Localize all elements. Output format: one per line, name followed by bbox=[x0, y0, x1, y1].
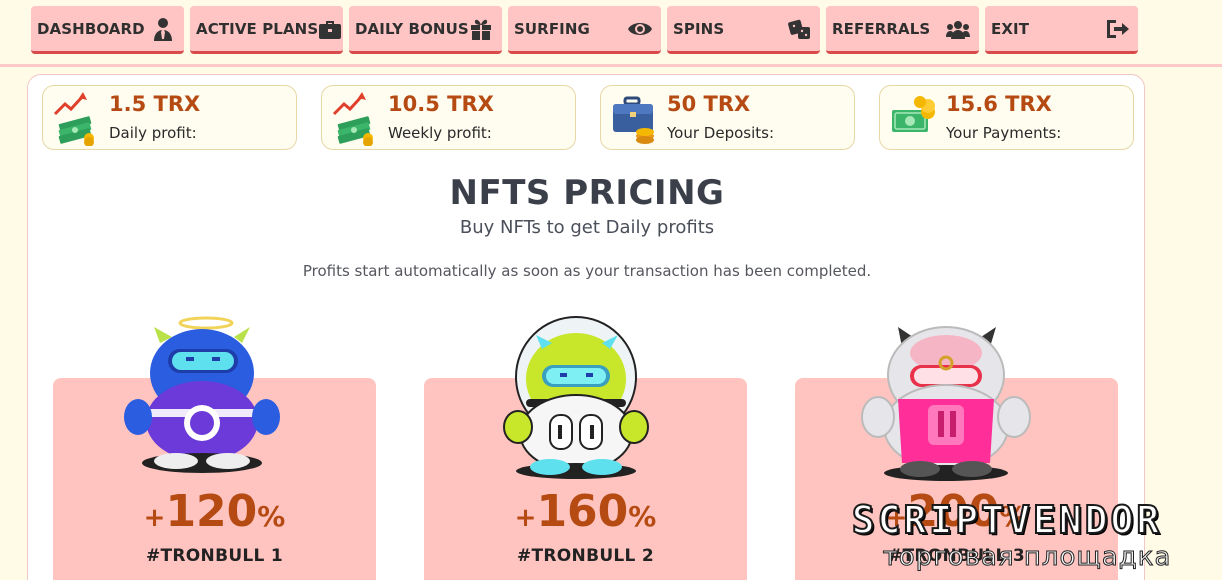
money-growth-icon bbox=[332, 92, 373, 146]
briefcase-coins-icon bbox=[613, 96, 654, 144]
nft-percent-value: 120 bbox=[165, 486, 258, 537]
eye-icon bbox=[627, 16, 653, 42]
nav-exit-label: EXIT bbox=[991, 19, 1030, 38]
tronbull-3-image bbox=[861, 326, 1031, 481]
sign-out-icon bbox=[1104, 16, 1130, 42]
nft-percent-sign: + bbox=[143, 503, 166, 533]
nav-spins-button[interactable]: SPINS bbox=[667, 6, 820, 54]
page-subtitle: Buy NFTs to get Daily profits bbox=[459, 217, 715, 238]
nav-active-plans-label: ACTIVE PLANS bbox=[196, 19, 319, 38]
stat-card-daily-profit: 1.5 TRX Daily profit: bbox=[42, 85, 297, 150]
page-note: Profits start automatically as soon as y… bbox=[302, 262, 872, 280]
top-nav: DASHBOARD ACTIVE PLANS DAILY BONUS SURFI… bbox=[31, 6, 1138, 54]
nav-surfing-label: SURFING bbox=[514, 19, 590, 38]
watermark: SCRIPTVENDOR торговая площадка bbox=[807, 496, 1207, 580]
stat-value: 1.5 TRX bbox=[109, 92, 201, 116]
stats-row: 1.5 TRX Daily profit: 10.5 TRX Weekly pr… bbox=[42, 85, 1134, 150]
tronbull-2-image bbox=[503, 316, 649, 479]
nft-percent: +160% bbox=[424, 486, 747, 537]
stat-label: Weekly profit: bbox=[388, 124, 492, 142]
stat-card-payments: 15.6 TRX Your Payments: bbox=[879, 85, 1134, 150]
nav-spins-label: SPINS bbox=[673, 19, 725, 38]
money-growth-icon bbox=[53, 92, 94, 146]
nav-referrals-label: REFERRALS bbox=[832, 19, 931, 38]
users-icon bbox=[945, 16, 971, 42]
nft-name: #TRONBULL 1 bbox=[145, 546, 284, 566]
nav-daily-bonus-button[interactable]: DAILY BONUS bbox=[349, 6, 502, 54]
page-title: NFTS PRICING bbox=[449, 173, 725, 213]
briefcase-icon bbox=[318, 16, 342, 42]
nft-percent-unit: % bbox=[257, 500, 286, 533]
stat-card-weekly-profit: 10.5 TRX Weekly profit: bbox=[321, 85, 576, 150]
nav-referrals-button[interactable]: REFERRALS bbox=[826, 6, 979, 54]
dice-icon bbox=[786, 16, 812, 42]
nav-active-plans-button[interactable]: ACTIVE PLANS bbox=[190, 6, 343, 54]
watermark-main-text: SCRIPTVENDOR bbox=[851, 497, 1163, 543]
nav-exit-button[interactable]: EXIT bbox=[985, 6, 1138, 54]
stat-label: Your Payments: bbox=[946, 124, 1062, 142]
stat-card-deposits: 50 TRX Your Deposits: bbox=[600, 85, 855, 150]
user-tie-icon bbox=[150, 16, 176, 42]
stat-value: 10.5 TRX bbox=[388, 92, 494, 116]
nav-daily-bonus-label: DAILY BONUS bbox=[355, 19, 469, 38]
stat-value: 15.6 TRX bbox=[946, 92, 1052, 116]
nav-dashboard-button[interactable]: DASHBOARD bbox=[31, 6, 184, 54]
nft-percent-value: 160 bbox=[536, 486, 629, 537]
nav-divider bbox=[0, 64, 1222, 67]
nft-name: #TRONBULL 2 bbox=[516, 546, 655, 566]
stat-value: 50 TRX bbox=[667, 92, 751, 116]
stat-label: Daily profit: bbox=[109, 124, 197, 142]
nft-percent-unit: % bbox=[628, 500, 657, 533]
nft-percent: +120% bbox=[53, 486, 376, 537]
nft-percent-sign: + bbox=[514, 503, 537, 533]
nav-dashboard-label: DASHBOARD bbox=[37, 19, 145, 38]
nav-surfing-button[interactable]: SURFING bbox=[508, 6, 661, 54]
watermark-sub-text: торговая площадка bbox=[882, 542, 1172, 573]
tronbull-1-image bbox=[124, 316, 280, 473]
stat-label: Your Deposits: bbox=[667, 124, 774, 142]
cash-coins-icon bbox=[892, 96, 935, 132]
gift-icon bbox=[469, 16, 494, 42]
